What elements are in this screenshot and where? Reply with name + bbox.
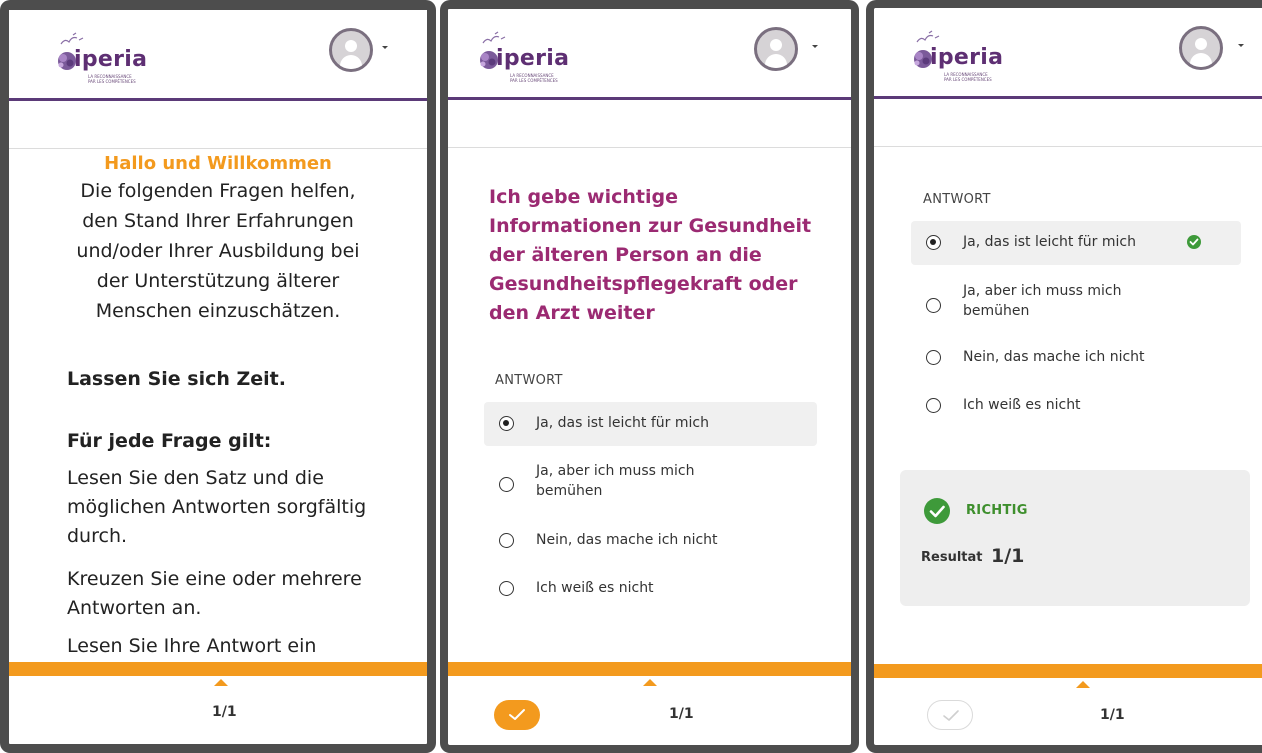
progress-bar (9, 662, 427, 676)
instruction-text: Kreuzen Sie eine oder mehrere Antworten … (67, 568, 362, 619)
result-score: 1/1 (991, 545, 1025, 567)
rules-heading: Für jede Frage gilt: (67, 430, 272, 452)
user-icon (770, 39, 782, 51)
progress-marker (1076, 681, 1090, 688)
result-screen: iperia LA RECONNAISSANCE PAR LES COMPÉTE… (866, 0, 1262, 753)
correct-check-icon (1187, 235, 1201, 249)
result-label: Resultat (921, 550, 983, 565)
instruction-text: Lesen Sie Ihre Antwort ein (67, 635, 317, 657)
brand-name: iperia (930, 45, 1004, 70)
header-divider (874, 96, 1262, 99)
question-text: Ich gebe wichtige Informationen zur Gesu… (489, 186, 812, 324)
answer-label: ANTWORT (495, 373, 563, 388)
app-header: iperia LA RECONNAISSANCE PAR LES COMPÉTE… (874, 8, 1262, 99)
answer-label: ANTWORT (923, 192, 991, 207)
chevron-down-icon[interactable] (382, 46, 388, 49)
user-icon (1195, 38, 1207, 50)
user-icon (345, 40, 357, 52)
section-divider (874, 146, 1262, 147)
page-indicator: 1/1 (1100, 707, 1125, 723)
answer-option[interactable]: Ich weiß es nicht (484, 567, 817, 611)
brand-name: iperia (496, 46, 570, 71)
validate-button[interactable] (494, 700, 540, 730)
validate-button[interactable] (927, 700, 973, 730)
progress-bar (448, 662, 851, 676)
user-avatar[interactable] (1179, 26, 1223, 70)
page-indicator: 1/1 (669, 706, 694, 722)
welcome-intro: Die folgenden Fragen helfen, den Stand I… (76, 180, 360, 322)
check-icon (509, 709, 525, 720)
page-indicator: 1/1 (212, 704, 237, 720)
answer-option[interactable]: Ja, aber ich muss mich bemühen (484, 455, 817, 509)
success-check-icon (924, 498, 950, 524)
progress-marker (643, 679, 657, 686)
user-avatar[interactable] (754, 27, 798, 71)
question-screen: iperia LA RECONNAISSANCE PAR LES COMPÉTE… (440, 0, 859, 753)
section-divider (448, 147, 851, 148)
progress-bar (874, 664, 1262, 678)
app-header: iperia LA RECONNAISSANCE PAR LES COMPÉTE… (448, 9, 851, 100)
welcome-title: Hallo und Willkommen (104, 153, 332, 174)
radio-button[interactable] (499, 477, 514, 492)
radio-button (926, 235, 941, 250)
answer-option[interactable]: Nein, das mache ich nicht (484, 519, 817, 563)
chevron-down-icon[interactable] (812, 45, 818, 48)
answer-option: Ja, das ist leicht für mich (911, 221, 1241, 265)
brand-name: iperia (74, 47, 148, 72)
radio-button[interactable] (499, 416, 514, 431)
answer-option: Nein, das mache ich nicht (911, 336, 1241, 380)
brand-tagline: PAR LES COMPÉTENCES (510, 78, 558, 83)
answer-option: Ich weiß es nicht (911, 384, 1241, 428)
progress-marker (214, 679, 228, 686)
radio-button[interactable] (499, 533, 514, 548)
brand-tagline: PAR LES COMPÉTENCES (88, 79, 136, 84)
iperia-logo: iperia LA RECONNAISSANCE PAR LES COMPÉTE… (473, 31, 573, 83)
check-icon (943, 710, 959, 721)
radio-button[interactable] (499, 581, 514, 596)
radio-button (926, 398, 941, 413)
iperia-logo: iperia LA RECONNAISSANCE PAR LES COMPÉTE… (51, 32, 151, 84)
answer-option[interactable]: Ja, das ist leicht für mich (484, 402, 817, 446)
result-panel: RICHTIG Resultat 1/1 (900, 470, 1250, 606)
welcome-screen: iperia LA RECONNAISSANCE PAR LES COMPÉTE… (0, 0, 436, 753)
app-header: iperia LA RECONNAISSANCE PAR LES COMPÉTE… (9, 10, 427, 101)
radio-button (926, 298, 941, 313)
chevron-down-icon[interactable] (1238, 44, 1244, 47)
answer-option: Ja, aber ich muss mich bemühen (911, 276, 1241, 330)
user-avatar[interactable] (329, 28, 373, 72)
result-status: RICHTIG (966, 503, 1028, 518)
header-divider (9, 98, 427, 101)
header-divider (448, 97, 851, 100)
brand-tagline: PAR LES COMPÉTENCES (944, 77, 992, 82)
iperia-logo: iperia LA RECONNAISSANCE PAR LES COMPÉTE… (907, 30, 1007, 82)
radio-button (926, 350, 941, 365)
instruction-text: Lesen Sie den Satz und die möglichen Ant… (67, 467, 367, 547)
section-divider (9, 148, 427, 149)
take-time-heading: Lassen Sie sich Zeit. (67, 368, 286, 390)
